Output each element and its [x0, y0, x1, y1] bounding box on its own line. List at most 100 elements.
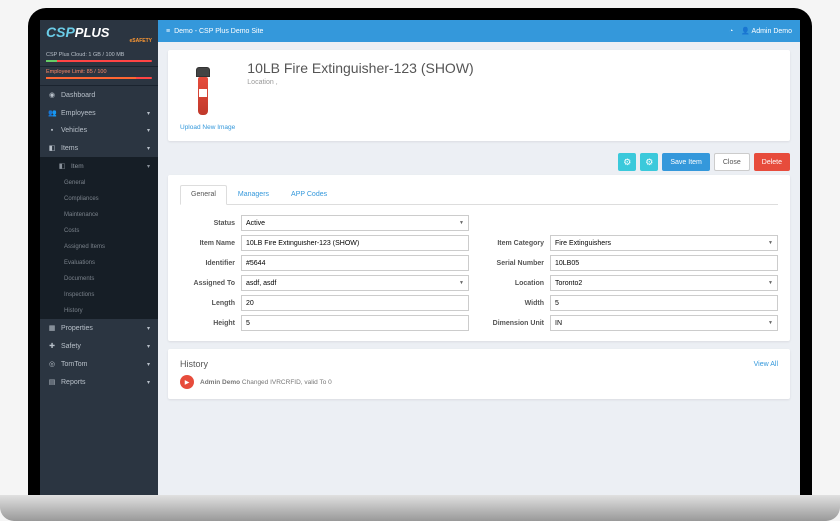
chevron-down-icon: ▾: [147, 127, 150, 134]
nav-vehicles[interactable]: ▪Vehicles▾: [40, 122, 158, 139]
status-select[interactable]: Active▼: [241, 215, 469, 231]
action-row: ⚙ ⚙ Save Item Close Delete: [168, 149, 790, 175]
height-label: Height: [180, 320, 235, 327]
play-icon[interactable]: ▶: [180, 375, 194, 389]
emp-label: Employee Limit: 85 / 100: [46, 69, 107, 75]
fire-extinguisher-icon: [195, 65, 211, 115]
nav-compliances[interactable]: Compliances: [40, 191, 158, 207]
nav-evaluations[interactable]: Evaluations: [40, 255, 158, 271]
nav-tomtom[interactable]: ◎TomTom▾: [40, 355, 158, 373]
gear-icon: ⚙: [623, 157, 631, 168]
cloud-info: CSP Plus Cloud: 1 GB / 100 MB: [40, 48, 158, 67]
safety-icon: ✚: [48, 342, 56, 350]
logo-plus: PLUS: [75, 25, 110, 40]
items-icon: ◧: [48, 144, 56, 152]
nav-general[interactable]: General: [40, 175, 158, 191]
nav-properties[interactable]: ▦Properties▾: [40, 319, 158, 337]
form-card: General Managers APP Codes Status Active…: [168, 175, 790, 341]
history-title: History: [180, 359, 208, 369]
config-button[interactable]: ⚙: [640, 153, 658, 171]
nav-assigned[interactable]: Assigned Items: [40, 239, 158, 255]
chevron-down-icon: ▾: [147, 163, 150, 170]
gear-icon: ⚙: [645, 157, 653, 168]
nav-reports[interactable]: ▤Reports▾: [40, 373, 158, 391]
settings-button[interactable]: ⚙: [618, 153, 636, 171]
chevron-down-icon: ▼: [768, 280, 773, 286]
width-input[interactable]: [550, 295, 778, 311]
tab-managers[interactable]: Managers: [227, 185, 280, 204]
nav-safety[interactable]: ✚Safety▾: [40, 337, 158, 355]
serial-label: Serial Number: [489, 260, 544, 267]
history-text: Changed IVRCRFID, valid To 0: [242, 379, 332, 386]
employee-limit: Employee Limit: 85 / 100: [40, 67, 158, 86]
reports-icon: ▤: [48, 378, 56, 386]
nav-employees[interactable]: 👥Employees▾: [40, 104, 158, 122]
chevron-down-icon: ▼: [459, 280, 464, 286]
dashboard-icon: ◉: [48, 91, 56, 99]
upload-image-link[interactable]: Upload New Image: [180, 124, 235, 131]
history-user: Admin Demo: [200, 379, 240, 386]
category-select[interactable]: Fire Extinguishers▼: [550, 235, 778, 251]
chevron-down-icon: ▼: [768, 320, 773, 326]
vehicles-icon: ▪: [48, 127, 56, 134]
tabs: General Managers APP Codes: [180, 185, 778, 205]
width-label: Width: [489, 300, 544, 307]
serial-input[interactable]: [550, 255, 778, 271]
location-label: Location: [489, 280, 544, 287]
view-all-link[interactable]: View All: [754, 361, 778, 368]
identifier-input[interactable]: [241, 255, 469, 271]
save-button[interactable]: Save Item: [662, 153, 710, 171]
delete-button[interactable]: Delete: [754, 153, 790, 171]
chevron-down-icon: ▾: [147, 110, 150, 117]
breadcrumb-text: Demo - CSP Plus Demo Site: [174, 28, 263, 35]
chevron-down-icon: ▼: [768, 240, 773, 246]
main-content: ≡ Demo - CSP Plus Demo Site ◔ 👤 Admin De…: [158, 20, 800, 501]
history-entry: ▶ Admin Demo Changed IVRCRFID, valid To …: [180, 375, 778, 389]
laptop-base: [0, 495, 840, 521]
nav-history[interactable]: History: [40, 303, 158, 319]
breadcrumb[interactable]: ≡ Demo - CSP Plus Demo Site: [166, 28, 263, 35]
nav-documents[interactable]: Documents: [40, 271, 158, 287]
status-label: Status: [180, 220, 235, 227]
chevron-down-icon: ▼: [459, 220, 464, 226]
item-icon: ◧: [58, 162, 66, 170]
chevron-down-icon: ▾: [147, 361, 150, 368]
assigned-label: Assigned To: [180, 280, 235, 287]
page-title: 10LB Fire Extinguisher-123 (SHOW): [247, 60, 778, 76]
logo: CSP PLUS eSAFETY: [40, 20, 158, 48]
nav-costs[interactable]: Costs: [40, 223, 158, 239]
unit-select[interactable]: IN▼: [550, 315, 778, 331]
menu-icon[interactable]: ≡: [166, 28, 170, 35]
height-input[interactable]: [241, 315, 469, 331]
length-input[interactable]: [241, 295, 469, 311]
item-image: [180, 60, 225, 120]
tomtom-icon: ◎: [48, 360, 56, 368]
notification-icon[interactable]: ◔: [729, 28, 733, 35]
nav-maintenance[interactable]: Maintenance: [40, 207, 158, 223]
identifier-label: Identifier: [180, 260, 235, 267]
nav-inspections[interactable]: Inspections: [40, 287, 158, 303]
assigned-select[interactable]: asdf, asdf▼: [241, 275, 469, 291]
nav-items[interactable]: ◧Items▾: [40, 139, 158, 157]
item-header-card: Upload New Image 10LB Fire Extinguisher-…: [168, 50, 790, 141]
tab-general[interactable]: General: [180, 185, 227, 205]
cloud-label: CSP Plus Cloud: 1 GB / 100 MB: [46, 52, 124, 58]
name-label: Item Name: [180, 240, 235, 247]
topbar: ≡ Demo - CSP Plus Demo Site ◔ 👤 Admin De…: [158, 20, 800, 42]
close-button[interactable]: Close: [714, 153, 750, 171]
logo-csp: CSP: [46, 24, 75, 40]
employees-icon: 👥: [48, 109, 56, 117]
nav-dashboard[interactable]: ◉Dashboard: [40, 86, 158, 104]
location-text: Location ,: [247, 79, 778, 86]
properties-icon: ▦: [48, 324, 56, 332]
tab-appcodes[interactable]: APP Codes: [280, 185, 338, 204]
chevron-down-icon: ▾: [147, 145, 150, 152]
nav-item[interactable]: ◧Item▾: [40, 157, 158, 175]
length-label: Length: [180, 300, 235, 307]
chevron-down-icon: ▾: [147, 343, 150, 350]
user-menu[interactable]: 👤 Admin Demo: [741, 27, 792, 35]
location-select[interactable]: Toronto2▼: [550, 275, 778, 291]
chevron-down-icon: ▾: [147, 379, 150, 386]
sidebar: CSP PLUS eSAFETY CSP Plus Cloud: 1 GB / …: [40, 20, 158, 501]
name-input[interactable]: [241, 235, 469, 251]
